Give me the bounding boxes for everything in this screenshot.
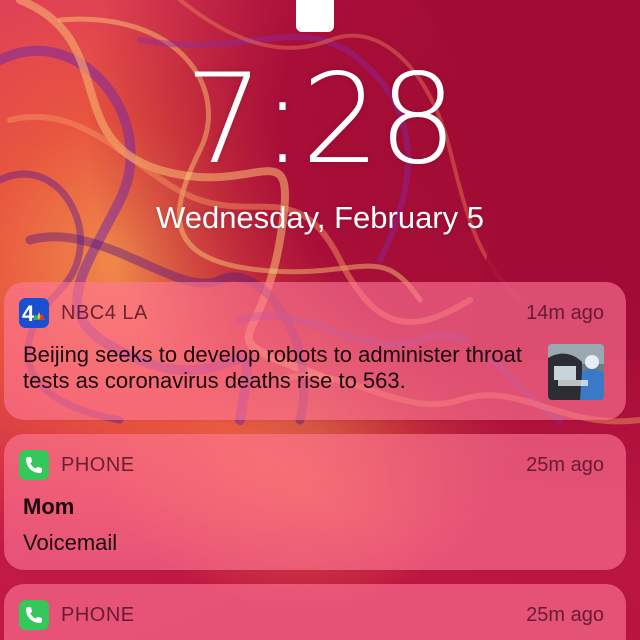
notification-app-name: NBC4 LA bbox=[61, 301, 148, 324]
notification-message: Beijing seeks to develop robots to admin… bbox=[23, 342, 522, 393]
camera-square-icon bbox=[296, 0, 334, 32]
notification-caller-name: Mom bbox=[23, 494, 75, 519]
notification-app-name: PHONE bbox=[61, 453, 135, 476]
svg-text:4: 4 bbox=[22, 301, 35, 326]
notification-card-nbc4[interactable]: 4 NBC4 LA 14m ago Beijing seeks to devel… bbox=[4, 282, 626, 420]
lockscreen-date: Wednesday, February 5 bbox=[156, 200, 484, 235]
nbc4-icon: 4 bbox=[19, 298, 49, 328]
notification-time: 14m ago bbox=[526, 301, 604, 324]
notification-time: 25m ago bbox=[526, 453, 604, 476]
lockscreen-clock: 7:28 bbox=[184, 48, 457, 192]
notification-header: 4 NBC4 LA 14m ago bbox=[19, 298, 604, 328]
notification-card-phone-voicemail[interactable]: PHONE 25m ago Mom Voicemail bbox=[4, 434, 626, 570]
notification-subtitle: Voicemail bbox=[23, 530, 118, 555]
notification-header: PHONE 25m ago bbox=[19, 600, 604, 630]
news-thumbnail-image bbox=[548, 344, 604, 400]
notification-card-phone[interactable]: PHONE 25m ago bbox=[4, 584, 626, 640]
notification-time: 25m ago bbox=[526, 603, 604, 626]
notification-header: PHONE 25m ago bbox=[19, 450, 604, 480]
phone-icon bbox=[19, 600, 49, 630]
phone-icon bbox=[19, 450, 49, 480]
notification-app-name: PHONE bbox=[61, 603, 135, 626]
